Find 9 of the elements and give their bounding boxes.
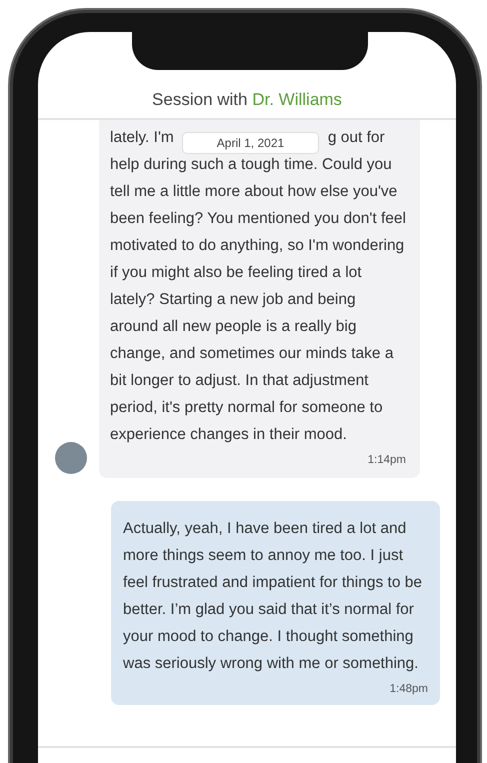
session-title: Session with Dr. Williams [152, 90, 342, 109]
avatar-placeholder [55, 442, 87, 474]
date-badge: April 1, 2021 [182, 132, 319, 154]
message-time: 1:48pm [390, 683, 428, 695]
message-text: lately. I'm [110, 128, 174, 148]
message-text: g out for [328, 128, 385, 148]
message-time: 1:14pm [368, 454, 406, 466]
message-text: Actually, yeah, I have been tired a lot and more things seem to annoy me too. I just feel frustrated and impatient for things to be better. I’m glad you said that it’s normal for your mood to change. I thought something was seriously wrong with me or something. [123, 519, 423, 674]
message-text: help during such a tough time. Could you tell me a little more about how else you've been feeling? You mentioned you don't feel motivated to do anything, so I'm wondering if you might also be feeling tired a lot lately? Starting a new job and being around all new people is a really big change, and sometimes our minds take a bit longer to adjust. In that adjustment period, it's pretty normal for someone to experience changes in their mood. [110, 155, 406, 445]
